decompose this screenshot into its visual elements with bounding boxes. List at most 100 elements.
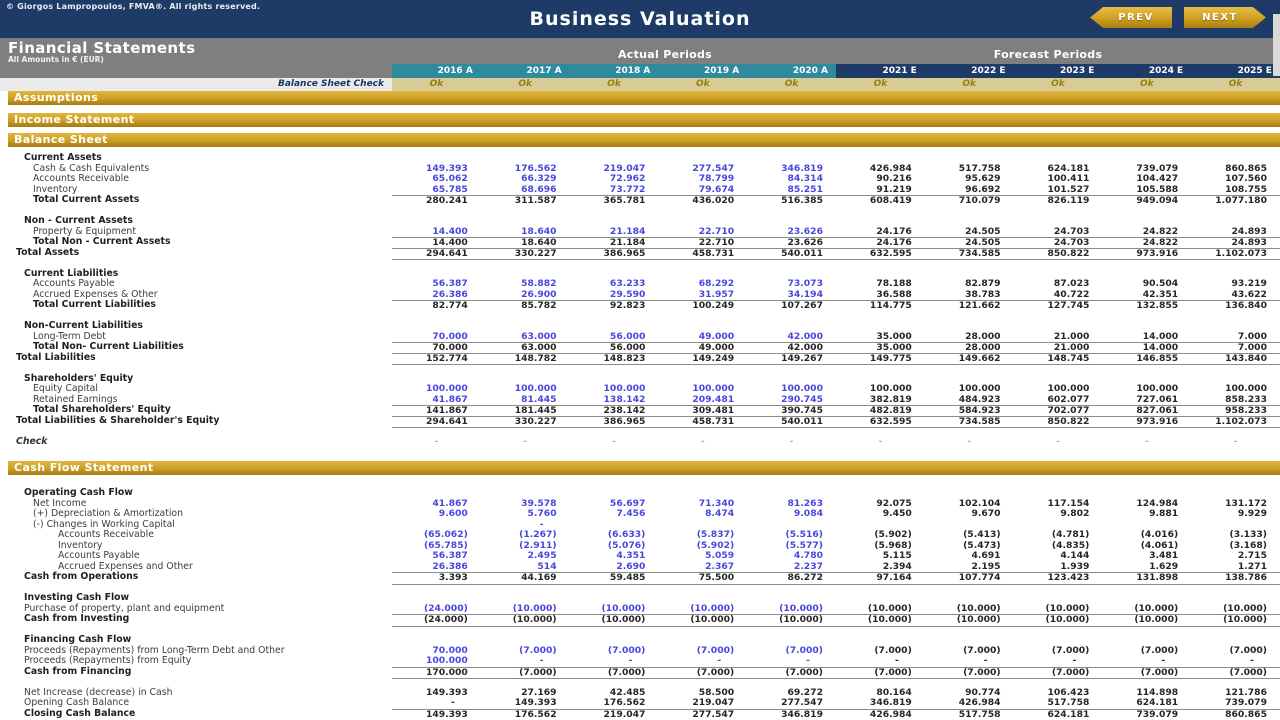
cell[interactable]: 26.900 bbox=[481, 290, 570, 301]
cell[interactable]: (10.000) bbox=[925, 614, 1014, 627]
cell[interactable]: 9.802 bbox=[1014, 509, 1103, 520]
cell[interactable]: 86.272 bbox=[747, 572, 836, 585]
cell[interactable]: - bbox=[1102, 656, 1191, 667]
cell[interactable]: - bbox=[570, 656, 659, 667]
cell[interactable]: 516.385 bbox=[747, 195, 836, 207]
cell[interactable]: 100.000 bbox=[570, 384, 659, 395]
cell[interactable]: - bbox=[392, 698, 481, 709]
cell[interactable]: 132.855 bbox=[1102, 300, 1191, 312]
cell[interactable]: 24.822 bbox=[1102, 227, 1191, 238]
cell[interactable]: 56.387 bbox=[392, 551, 481, 562]
cell[interactable]: 219.047 bbox=[570, 709, 659, 720]
cell[interactable]: 100.000 bbox=[1014, 384, 1103, 395]
cell[interactable]: 82.774 bbox=[392, 300, 481, 312]
cell[interactable]: 49.000 bbox=[658, 332, 747, 343]
cell[interactable]: 290.745 bbox=[747, 395, 836, 406]
cell[interactable]: (3.133) bbox=[1191, 530, 1280, 541]
cell[interactable]: (7.000) bbox=[570, 667, 659, 680]
cell[interactable]: 85.782 bbox=[481, 300, 570, 312]
cell[interactable]: 5.115 bbox=[836, 551, 925, 562]
cell[interactable]: 209.481 bbox=[658, 395, 747, 406]
cell[interactable]: (10.000) bbox=[1014, 604, 1103, 615]
cell[interactable]: (10.000) bbox=[1191, 604, 1280, 615]
cell[interactable]: (1.267) bbox=[481, 530, 570, 541]
cell[interactable]: 176.562 bbox=[481, 709, 570, 720]
cell[interactable]: 4.351 bbox=[570, 551, 659, 562]
cell[interactable]: - bbox=[1014, 437, 1103, 448]
cell[interactable]: 107.560 bbox=[1191, 174, 1280, 185]
cell[interactable]: - bbox=[747, 656, 836, 667]
cell[interactable]: 100.000 bbox=[392, 656, 481, 667]
cell[interactable]: - bbox=[392, 437, 481, 448]
cell[interactable]: 59.485 bbox=[570, 572, 659, 585]
cell[interactable]: 514 bbox=[481, 562, 570, 573]
cell[interactable]: 1.102.073 bbox=[1191, 248, 1280, 261]
cell[interactable]: 100.000 bbox=[658, 384, 747, 395]
cell[interactable]: - bbox=[1014, 656, 1103, 667]
cell[interactable]: 1.102.073 bbox=[1191, 416, 1280, 429]
cell[interactable]: 624.181 bbox=[1014, 709, 1103, 720]
cell[interactable]: (7.000) bbox=[747, 646, 836, 657]
cell[interactable]: (4.781) bbox=[1014, 530, 1103, 541]
cell[interactable]: 97.164 bbox=[836, 572, 925, 585]
cell[interactable]: 38.783 bbox=[925, 290, 1014, 301]
cell[interactable]: 632.595 bbox=[836, 248, 925, 261]
cell[interactable]: 739.079 bbox=[1102, 709, 1191, 720]
cell[interactable]: - bbox=[925, 437, 1014, 448]
cell[interactable]: 517.758 bbox=[1014, 698, 1103, 709]
cell[interactable]: 426.984 bbox=[836, 709, 925, 720]
cell[interactable]: (10.000) bbox=[1102, 614, 1191, 627]
cell[interactable]: 66.329 bbox=[481, 174, 570, 185]
cell[interactable]: 108.755 bbox=[1191, 185, 1280, 196]
cell[interactable]: (24.000) bbox=[392, 604, 481, 615]
cell[interactable]: (10.000) bbox=[481, 614, 570, 627]
cell[interactable]: 22.710 bbox=[658, 227, 747, 238]
cell[interactable]: - bbox=[1191, 656, 1280, 667]
cell[interactable]: 148.823 bbox=[570, 353, 659, 366]
cell[interactable]: (7.000) bbox=[658, 667, 747, 680]
cell[interactable]: 26.386 bbox=[392, 562, 481, 573]
cell[interactable]: (65.062) bbox=[392, 530, 481, 541]
cell[interactable]: 9.600 bbox=[392, 509, 481, 520]
cell[interactable]: 29.590 bbox=[570, 290, 659, 301]
cell[interactable]: 149.267 bbox=[747, 353, 836, 366]
cell[interactable]: (10.000) bbox=[481, 604, 570, 615]
cell[interactable]: 5.760 bbox=[481, 509, 570, 520]
cell[interactable]: 56.387 bbox=[392, 279, 481, 290]
cell[interactable]: - bbox=[1102, 437, 1191, 448]
cell[interactable]: (10.000) bbox=[747, 614, 836, 627]
cell[interactable]: (4.016) bbox=[1102, 530, 1191, 541]
cell[interactable]: 65.785 bbox=[392, 185, 481, 196]
cell[interactable]: (10.000) bbox=[570, 614, 659, 627]
cell[interactable]: 68.292 bbox=[658, 279, 747, 290]
cell[interactable]: (5.413) bbox=[925, 530, 1014, 541]
cell[interactable]: 18.640 bbox=[481, 227, 570, 238]
cell[interactable]: 2.367 bbox=[658, 562, 747, 573]
cell[interactable]: (7.000) bbox=[481, 667, 570, 680]
cell[interactable]: 79.674 bbox=[658, 185, 747, 196]
cell[interactable]: 149.393 bbox=[392, 688, 481, 699]
cell[interactable]: 365.781 bbox=[570, 195, 659, 207]
cell[interactable]: 277.547 bbox=[747, 698, 836, 709]
cell[interactable]: 2.690 bbox=[570, 562, 659, 573]
cell[interactable]: 40.722 bbox=[1014, 290, 1103, 301]
cell[interactable]: 1.939 bbox=[1014, 562, 1103, 573]
cell[interactable]: 858.233 bbox=[1191, 395, 1280, 406]
cell[interactable]: - bbox=[836, 656, 925, 667]
cell[interactable]: 149.249 bbox=[658, 353, 747, 366]
cell[interactable]: 311.587 bbox=[481, 195, 570, 207]
cell[interactable]: 277.547 bbox=[658, 709, 747, 720]
cell[interactable]: 41.867 bbox=[392, 395, 481, 406]
cell[interactable]: (5.076) bbox=[570, 541, 659, 552]
cell[interactable]: 100.249 bbox=[658, 300, 747, 312]
cell[interactable]: 2.237 bbox=[747, 562, 836, 573]
cell[interactable]: 136.840 bbox=[1191, 300, 1280, 312]
cell[interactable]: (7.000) bbox=[1191, 646, 1280, 657]
cell[interactable]: 9.929 bbox=[1191, 509, 1280, 520]
cell[interactable]: 294.641 bbox=[392, 248, 481, 261]
cell[interactable]: (10.000) bbox=[1191, 614, 1280, 627]
cell[interactable]: 176.562 bbox=[570, 698, 659, 709]
cell[interactable]: (10.000) bbox=[747, 604, 836, 615]
cell[interactable]: 330.227 bbox=[481, 248, 570, 261]
cell[interactable]: 24.176 bbox=[836, 227, 925, 238]
